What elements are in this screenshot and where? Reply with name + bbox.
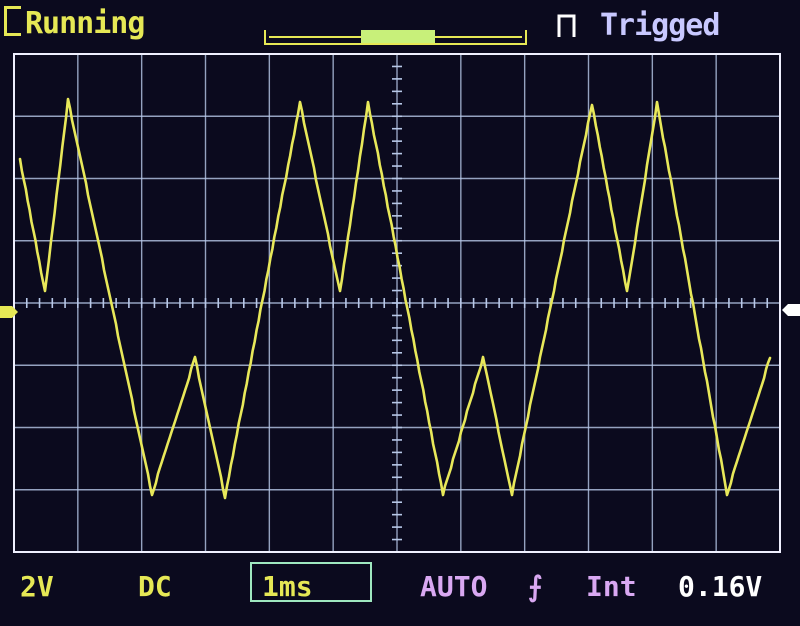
coupling-mode[interactable]: DC: [138, 570, 172, 603]
run-status-label: Running: [25, 6, 145, 41]
run-status[interactable]: Running: [4, 6, 145, 41]
scope-screen: [0, 0, 800, 626]
volts-per-div[interactable]: 2V: [20, 570, 54, 603]
run-indicator-icon: [4, 6, 21, 36]
trigger-source[interactable]: Int: [586, 570, 637, 603]
trigger-level[interactable]: 0.16V: [678, 570, 762, 603]
trigger-state: Trigged: [600, 8, 720, 43]
trigger-mode[interactable]: AUTO: [420, 570, 487, 603]
falling-edge-icon[interactable]: ⨍: [528, 570, 543, 603]
rising-edge-pulse-icon: [557, 14, 576, 37]
trigger-edge-indicator: [556, 8, 578, 43]
timebase-value[interactable]: 1ms: [262, 570, 313, 603]
status-bar: 2V DC 1ms AUTO ⨍ Int 0.16V: [0, 562, 800, 626]
view-window-indicator[interactable]: [361, 30, 435, 43]
memory-position-bar[interactable]: [263, 28, 528, 46]
